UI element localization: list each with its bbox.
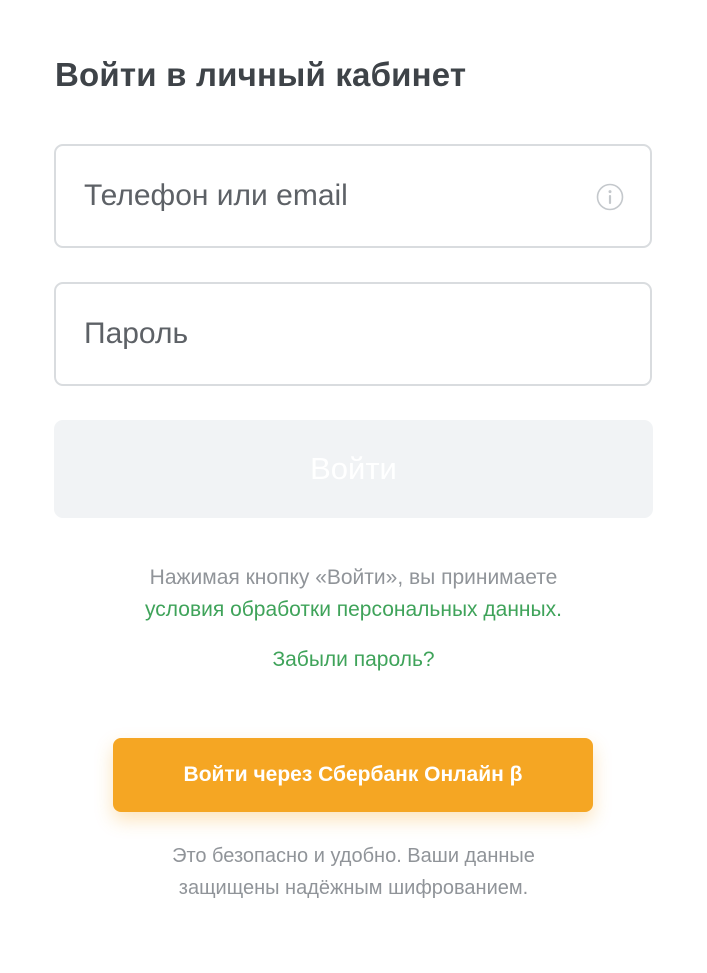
login-button[interactable]: Войти: [54, 420, 653, 518]
security-note-line-2: защищены надёжным шифрованием.: [178, 877, 529, 899]
phone-email-field[interactable]: [54, 144, 652, 248]
terms-text: Нажимая кнопку «Войти», вы принимаете ус…: [0, 562, 707, 626]
page-title: Войти в личный кабинет: [55, 56, 467, 93]
password-input[interactable]: [56, 284, 650, 384]
info-icon[interactable]: [596, 183, 624, 211]
security-note: Это безопасно и удобно. Ваши данные защи…: [0, 840, 707, 904]
phone-email-input[interactable]: [56, 146, 650, 246]
terms-link[interactable]: условия обработки персональных данных.: [145, 598, 562, 621]
security-note-line-1: Это безопасно и удобно. Ваши данные: [172, 845, 535, 867]
sberbank-online-login-button[interactable]: Войти через Сбербанк Онлайн β: [113, 738, 593, 812]
forgot-password-link[interactable]: Забыли пароль?: [0, 648, 707, 672]
login-page: Войти в личный кабинет Войти Нажимая кно…: [0, 0, 707, 973]
terms-prefix: Нажимая кнопку «Войти», вы принимаете: [149, 566, 558, 589]
password-field[interactable]: [54, 282, 652, 386]
